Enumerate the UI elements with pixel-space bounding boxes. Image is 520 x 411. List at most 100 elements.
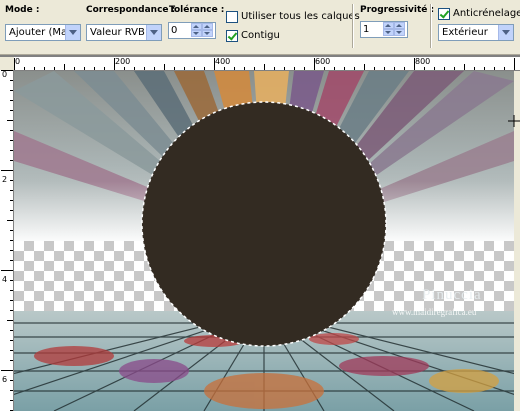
ruler-tick — [10, 90, 13, 91]
contiguous-checkbox[interactable] — [226, 30, 238, 42]
watermark-url: www.maidiregrafica.eu — [392, 307, 477, 317]
antialias-label: Anticrénelage — [453, 8, 520, 19]
spin-up-icon[interactable] — [191, 23, 202, 30]
ruler-tick — [354, 67, 355, 70]
ruler-tick — [344, 67, 345, 70]
ruler-tick — [10, 330, 13, 331]
spin-down-icon[interactable] — [394, 29, 405, 36]
image-canvas[interactable]: Pinuccia www.maidiregrafica.eu — [14, 71, 514, 411]
ruler-tick — [484, 67, 485, 70]
toolbar-divider — [430, 4, 432, 48]
ruler-corner — [0, 57, 14, 70]
ruler-tick — [334, 67, 335, 70]
ruler-tick — [10, 290, 13, 291]
spin-down-icon[interactable] — [202, 30, 213, 37]
contiguous-label: Contigu — [241, 30, 280, 41]
canvas-image — [14, 71, 514, 411]
spin-up-icon[interactable] — [394, 22, 405, 29]
ruler-mark: 4 — [2, 275, 8, 284]
crosshair-cursor-icon — [508, 115, 520, 127]
ruler-tick — [374, 67, 375, 70]
progressive-label: Progressivité : — [360, 5, 435, 15]
chevron-down-icon[interactable] — [146, 25, 161, 40]
spin-down-icon[interactable] — [191, 30, 202, 37]
ruler-tick — [144, 67, 145, 70]
ruler-tick — [10, 230, 13, 231]
ruler-tick — [494, 67, 495, 70]
spin-down-icon[interactable] — [383, 29, 394, 36]
ruler-tick — [7, 320, 13, 321]
ruler-tick — [454, 67, 455, 70]
tool-options-bar: Mode : Ajouter (Maj) Correspondance : Va… — [0, 0, 520, 55]
match-select[interactable]: Valeur RVB — [86, 24, 162, 41]
ruler-tick — [224, 67, 225, 70]
ruler-tick — [7, 220, 13, 221]
ruler-tick — [94, 67, 95, 70]
ruler-tick — [264, 64, 265, 70]
antialias-checkbox[interactable] — [438, 8, 450, 20]
ruler-mark: 2 — [2, 175, 8, 184]
ruler-tick — [10, 190, 13, 191]
ruler-tick — [10, 380, 13, 381]
ruler-tick — [444, 67, 445, 70]
ruler-tick — [254, 67, 255, 70]
ruler-tick — [10, 110, 13, 111]
mode-label: Mode : — [5, 5, 40, 15]
all-layers-checkbox[interactable] — [226, 11, 238, 23]
ruler-tick — [1, 370, 13, 371]
ruler-tick — [234, 67, 235, 70]
ruler-tick — [10, 130, 13, 131]
tolerance-value: 0 — [171, 25, 178, 36]
ruler-tick — [10, 140, 13, 141]
ruler-tick — [394, 67, 395, 70]
ruler-mark: 200 — [115, 57, 131, 66]
ruler-mark: 0 — [2, 70, 8, 79]
ruler-tick — [44, 67, 45, 70]
ruler-tick — [54, 67, 55, 70]
ruler-tick — [10, 350, 13, 351]
ruler-tick — [84, 67, 85, 70]
ruler-tick — [1, 170, 13, 171]
chevron-down-icon[interactable] — [65, 25, 80, 40]
match-label: Correspondance : — [86, 5, 176, 15]
ruler-tick — [10, 180, 13, 181]
ruler-tick — [24, 67, 25, 70]
spin-up-icon[interactable] — [383, 22, 394, 29]
ruler-tick — [464, 64, 465, 70]
ruler-tick — [10, 100, 13, 101]
ruler-tick — [10, 200, 13, 201]
antialias-select-value: Extérieur — [442, 27, 488, 38]
progressive-stepper[interactable]: 1 — [360, 21, 408, 38]
ruler-tick — [304, 67, 305, 70]
ruler-tick — [434, 67, 435, 70]
ruler-mark: 0 — [15, 57, 21, 66]
spin-up-icon[interactable] — [202, 23, 213, 30]
ruler-tick — [504, 67, 505, 70]
mode-select[interactable]: Ajouter (Maj) — [5, 24, 81, 41]
ruler-tick — [244, 67, 245, 70]
ruler-tick — [64, 64, 65, 70]
selected-circle — [142, 102, 386, 346]
horizontal-ruler: 0 200 400 600 800 — [14, 57, 520, 71]
ruler-mark: 600 — [315, 57, 331, 66]
ruler-tick — [10, 210, 13, 211]
ruler-tick — [194, 67, 195, 70]
ruler-tick — [174, 67, 175, 70]
ruler-tick — [274, 67, 275, 70]
ruler-tick — [164, 64, 165, 70]
ruler-tick — [284, 67, 285, 70]
tolerance-stepper[interactable]: 0 — [168, 22, 216, 39]
ruler-tick — [154, 67, 155, 70]
ruler-tick — [10, 360, 13, 361]
vertical-ruler: 0 2 4 6 — [0, 70, 14, 411]
ruler-tick — [1, 270, 13, 271]
ruler-tick — [10, 150, 13, 151]
antialias-select[interactable]: Extérieur — [438, 24, 514, 41]
chevron-down-icon[interactable] — [498, 25, 513, 40]
ruler-tick — [10, 310, 13, 311]
ruler-tick — [404, 67, 405, 70]
ruler-tick — [364, 64, 365, 70]
ruler-tick — [10, 280, 13, 281]
ruler-tick — [124, 67, 125, 70]
ruler-tick — [10, 300, 13, 301]
